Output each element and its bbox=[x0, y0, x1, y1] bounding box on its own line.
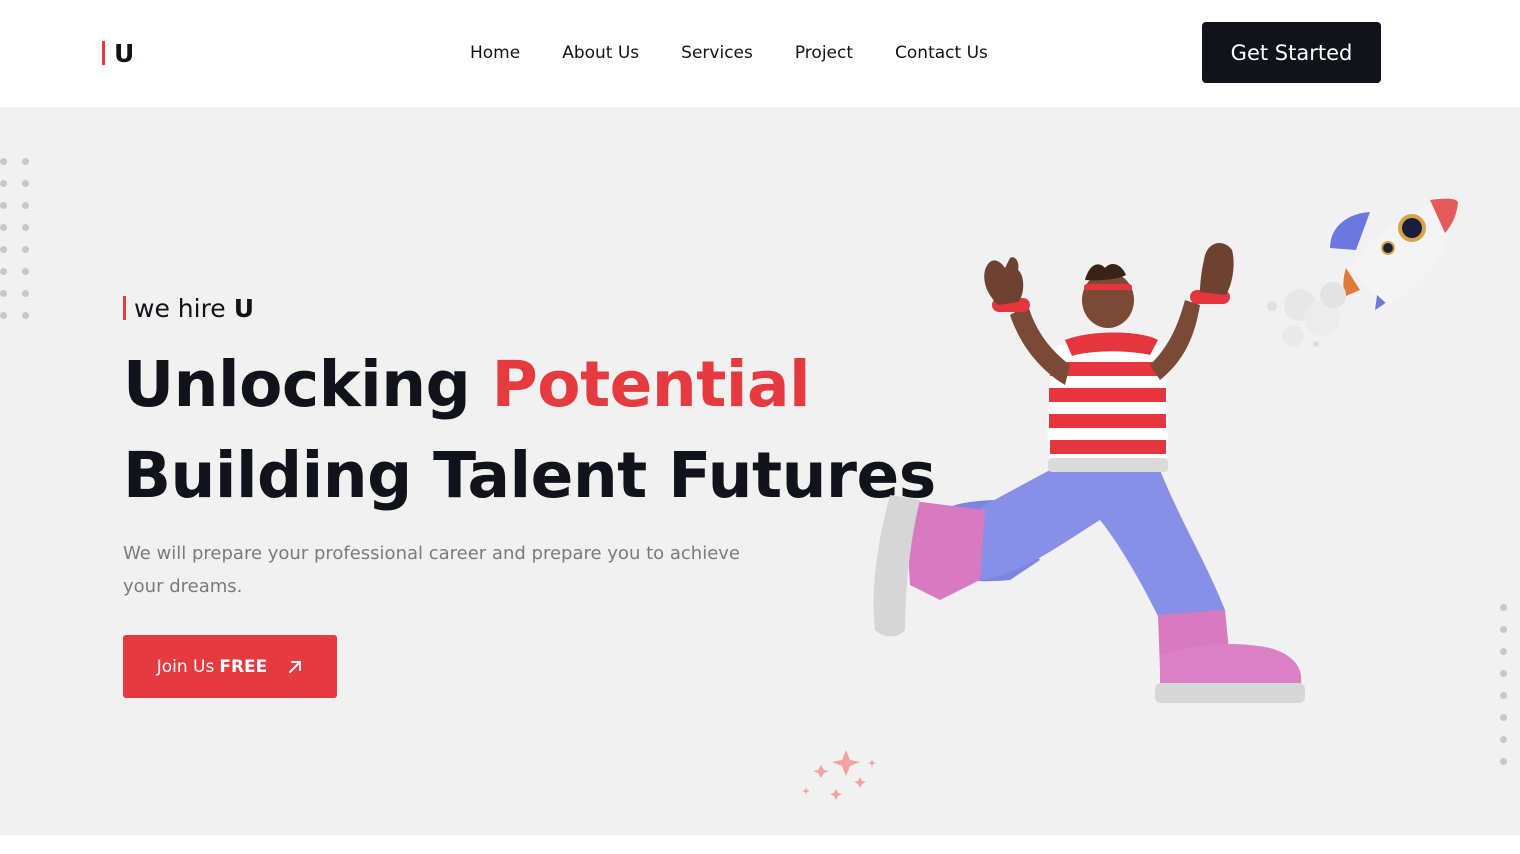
nav-link-about-us[interactable]: About Us bbox=[562, 43, 639, 63]
logo-text: U bbox=[114, 38, 135, 68]
nav-link-project[interactable]: Project bbox=[795, 43, 853, 63]
get-started-button[interactable]: Get Started bbox=[1202, 22, 1381, 83]
running-person-illustration bbox=[802, 198, 1458, 800]
nav-link-services[interactable]: Services bbox=[681, 43, 753, 63]
footer-strip bbox=[0, 835, 1520, 854]
logo[interactable]: U bbox=[102, 38, 134, 68]
site-header: U Home About Us Services Project Contact… bbox=[0, 0, 1520, 107]
sparkle-icon bbox=[802, 750, 876, 800]
nav-link-contact-us[interactable]: Contact Us bbox=[895, 43, 988, 63]
hero-section: we hire U Unlocking Potential Building T… bbox=[0, 107, 1520, 835]
nav-link-home[interactable]: Home bbox=[470, 43, 520, 63]
main-nav: Home About Us Services Project Contact U… bbox=[470, 40, 988, 66]
logo-accent-bar bbox=[102, 41, 105, 65]
